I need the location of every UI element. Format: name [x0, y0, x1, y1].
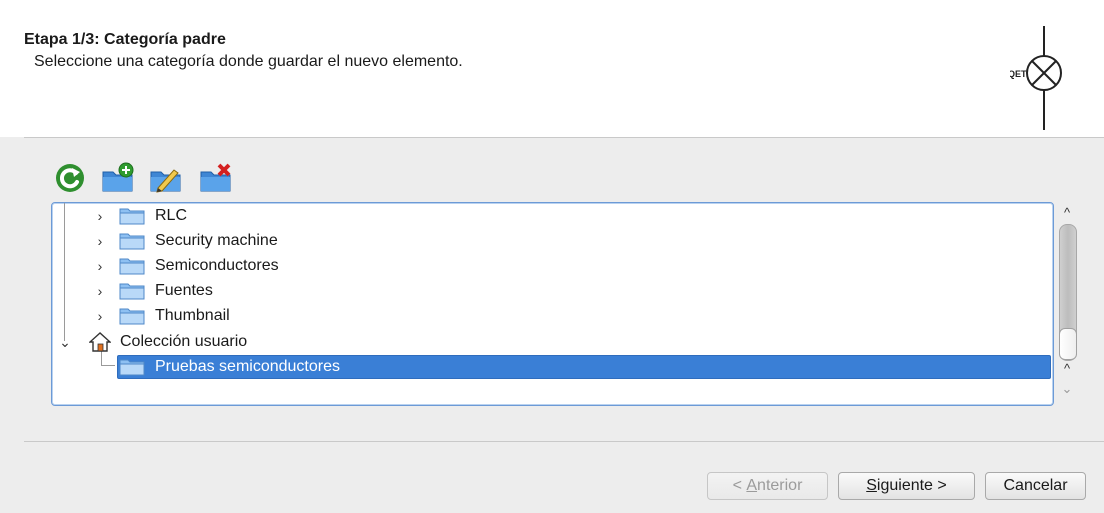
page-subtitle: Seleccione una categoría donde guardar e…	[34, 53, 463, 70]
cancel-button[interactable]: Cancelar	[985, 472, 1086, 500]
folder-icon	[119, 308, 145, 325]
folder-icon	[119, 283, 145, 300]
tree-item-label: Security machine	[155, 232, 278, 249]
scroll-down-arrow-icon[interactable]: ⌄	[1054, 380, 1080, 398]
new-folder-icon	[102, 162, 134, 192]
tree-item-label: Pruebas semiconductores	[155, 358, 340, 375]
tree-item-label: Colección usuario	[120, 333, 248, 350]
delete-category-button[interactable]	[198, 160, 234, 196]
delete-folder-icon	[200, 163, 231, 192]
tree-item-label: Thumbnail	[155, 307, 230, 324]
back-button-prefix: <	[732, 477, 747, 494]
tree-item-fuentes[interactable]: › Fuentes	[52, 279, 1053, 303]
expand-arrow-icon[interactable]: ›	[92, 283, 108, 299]
scroll-up-arrow-icon[interactable]: ^	[1054, 204, 1080, 222]
collapse-arrow-icon[interactable]: ⌄	[57, 334, 73, 350]
wizard-header: Etapa 1/3: Categoría padre Seleccione un…	[0, 0, 1104, 137]
tree-item-security-machine[interactable]: › Security machine	[52, 229, 1053, 253]
home-icon	[89, 332, 111, 352]
tree-item-label: Fuentes	[155, 282, 213, 299]
tree-scrollbar[interactable]: ^ ^ ⌄	[1054, 202, 1080, 404]
page-title: Etapa 1/3: Categoría padre	[24, 31, 226, 48]
expand-arrow-icon[interactable]: ›	[92, 233, 108, 249]
scroll-up-arrow-icon[interactable]: ^	[1054, 360, 1080, 378]
back-button-label: nterior	[757, 477, 803, 494]
expand-arrow-icon[interactable]: ›	[92, 258, 108, 274]
tree-item-pruebas-semiconductores[interactable]: Pruebas semiconductores	[52, 355, 1053, 379]
expand-arrow-icon[interactable]: ›	[92, 208, 108, 224]
expand-arrow-icon[interactable]: ›	[92, 308, 108, 324]
tree-item-coleccion-usuario[interactable]: ⌄ Colección usuario	[52, 330, 1053, 354]
new-category-button[interactable]	[100, 160, 136, 196]
reload-button[interactable]	[52, 160, 88, 196]
tree-item-label: Semiconductores	[155, 257, 279, 274]
reload-icon	[56, 164, 84, 192]
logo-text: QET	[1010, 69, 1027, 79]
next-button[interactable]: Siguiente >	[838, 472, 975, 500]
folder-icon	[119, 258, 145, 275]
qet-logo-icon: QET	[1010, 26, 1062, 130]
header-separator	[24, 137, 1104, 138]
folder-icon	[119, 359, 145, 376]
category-tree[interactable]: › RLC › Security machine › Semiconductor…	[51, 202, 1054, 406]
folder-icon	[119, 233, 145, 250]
next-button-label: iguiente >	[876, 477, 947, 494]
scroll-thumb[interactable]	[1059, 328, 1077, 360]
back-button[interactable]: < Anterior	[707, 472, 828, 500]
cancel-button-label: Cancelar	[1003, 477, 1068, 494]
back-button-mnemonic: A	[746, 477, 758, 494]
tree-item-label: RLC	[155, 207, 188, 224]
edit-category-button[interactable]	[148, 160, 184, 196]
edit-folder-icon	[150, 169, 181, 193]
next-button-mnemonic: S	[866, 477, 877, 494]
tree-item-semiconductores[interactable]: › Semiconductores	[52, 254, 1053, 278]
tree-item-rlc[interactable]: › RLC	[52, 204, 1053, 228]
tree-item-thumbnail[interactable]: › Thumbnail	[52, 304, 1053, 328]
footer-separator	[24, 441, 1104, 442]
folder-icon	[119, 208, 145, 225]
